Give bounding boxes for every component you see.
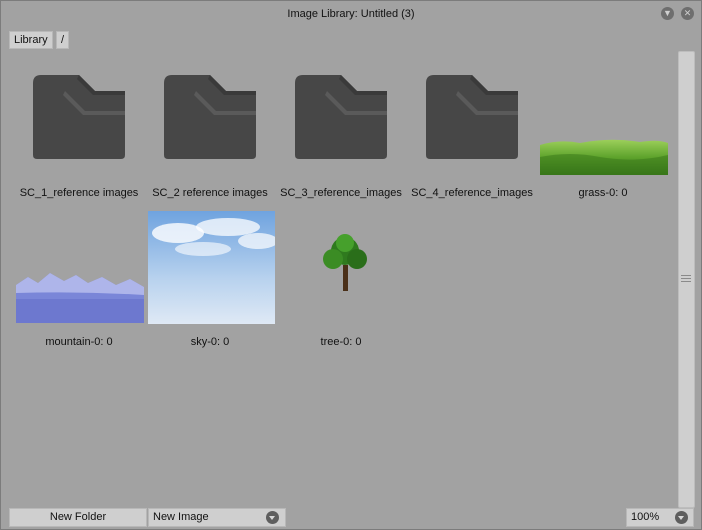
folder-icon bbox=[295, 75, 387, 159]
image-item[interactable]: tree-0: 0 bbox=[271, 211, 411, 361]
grass-thumbnail bbox=[540, 139, 668, 175]
zoom-dropdown[interactable]: 100% bbox=[626, 508, 694, 527]
image-label: sky-0: 0 bbox=[190, 336, 230, 348]
folder-item[interactable]: SC_2 reference images bbox=[140, 51, 280, 201]
scrollbar-grip bbox=[681, 275, 691, 276]
image-label: mountain-0: 0 bbox=[45, 336, 113, 348]
library-grid: SC_1_reference images SC_2 reference ima… bbox=[9, 51, 675, 497]
chevron-down-icon[interactable] bbox=[266, 511, 279, 524]
folder-item[interactable]: SC_4_reference_images bbox=[402, 51, 542, 201]
image-item[interactable]: grass-0: 0 bbox=[533, 51, 673, 201]
scrollbar-grip bbox=[681, 278, 691, 279]
mountain-thumbnail bbox=[16, 269, 144, 323]
image-item[interactable]: sky-0: 0 bbox=[140, 211, 280, 361]
image-item[interactable]: mountain-0: 0 bbox=[9, 211, 149, 361]
image-label: tree-0: 0 bbox=[320, 336, 362, 348]
folder-icon bbox=[33, 75, 125, 159]
folder-label: SC_2 reference images bbox=[152, 187, 268, 199]
sky-thumbnail bbox=[148, 211, 275, 324]
folder-label: SC_4_reference_images bbox=[411, 187, 533, 199]
breadcrumb-library[interactable]: Library bbox=[9, 31, 53, 49]
chevron-down-icon[interactable]: ▼ bbox=[661, 7, 674, 20]
zoom-value: 100% bbox=[631, 511, 660, 523]
image-label: grass-0: 0 bbox=[578, 187, 628, 199]
vertical-scrollbar[interactable] bbox=[678, 51, 695, 508]
window-title: Image Library: Untitled (3) bbox=[287, 8, 415, 20]
tree-thumbnail bbox=[323, 234, 367, 291]
breadcrumb-root-separator[interactable]: / bbox=[56, 31, 70, 49]
new-image-label: New Image bbox=[153, 511, 209, 523]
image-library-window: Image Library: Untitled (3) ▼ ✕ Library … bbox=[0, 0, 702, 530]
folder-item[interactable]: SC_3_reference_images bbox=[271, 51, 411, 201]
close-icon[interactable]: ✕ bbox=[681, 7, 694, 20]
scrollbar-grip bbox=[681, 281, 691, 282]
folder-label: SC_1_reference images bbox=[19, 187, 139, 199]
folder-item[interactable]: SC_1_reference images bbox=[9, 51, 149, 201]
chevron-down-icon[interactable] bbox=[675, 511, 688, 524]
new-image-dropdown[interactable]: New Image bbox=[148, 508, 286, 527]
folder-icon bbox=[164, 75, 256, 159]
folder-label: SC_3_reference_images bbox=[280, 187, 402, 199]
folder-icon bbox=[426, 75, 518, 159]
new-folder-button[interactable]: New Folder bbox=[9, 508, 147, 527]
